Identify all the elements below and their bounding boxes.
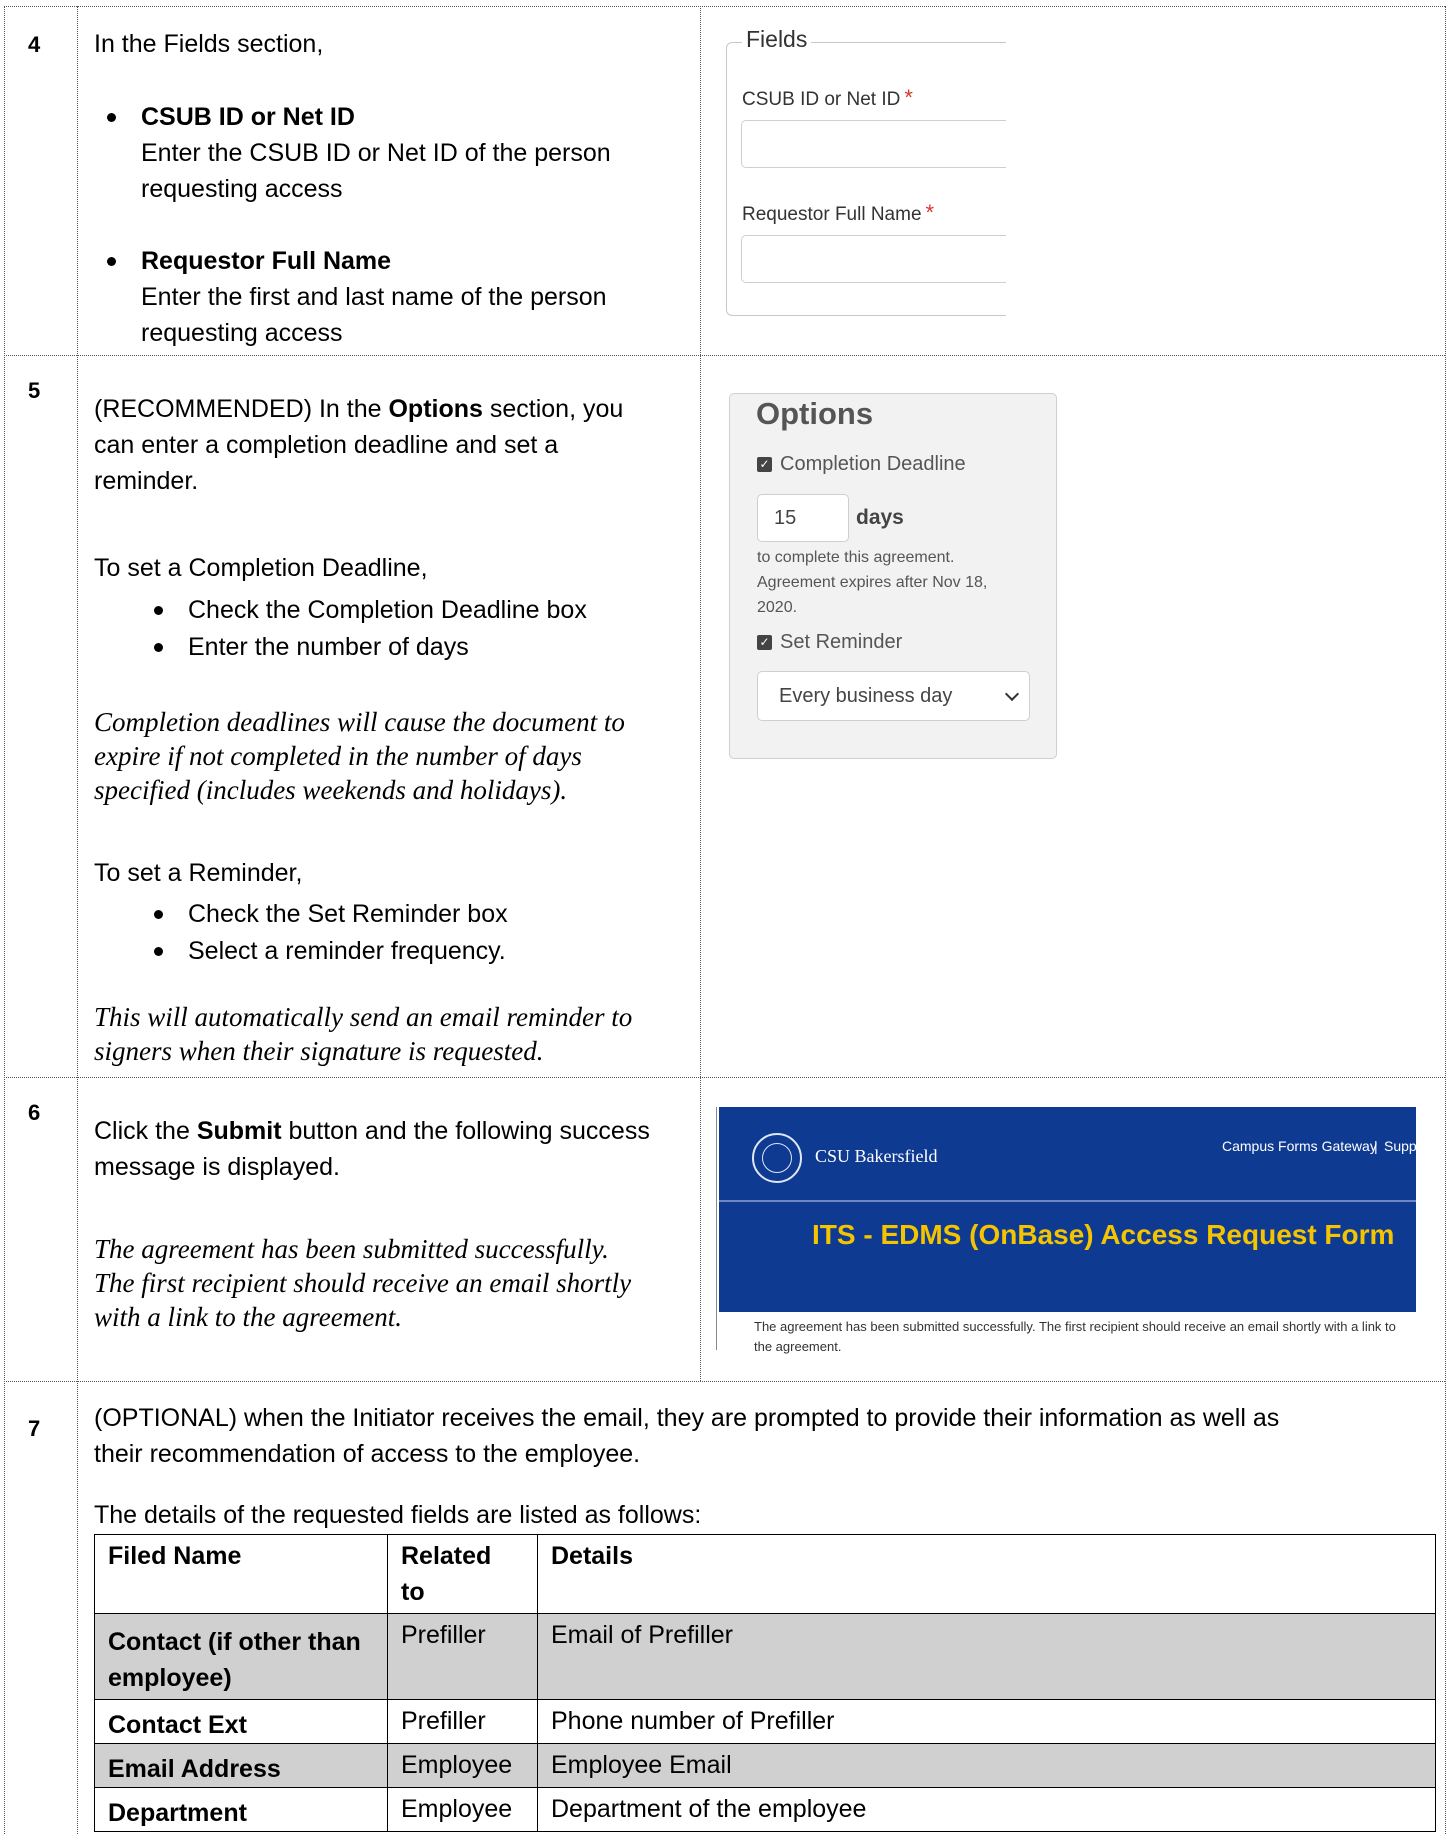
step-intro: (RECOMMENDED) In the Options section, yo… (94, 395, 624, 423)
header-cell: Related to (387, 1534, 538, 1614)
step-intro: reminder. (94, 467, 199, 495)
step-text: Click the Submit button and the followin… (94, 1117, 650, 1145)
set-reminder-checkbox[interactable]: ✓ (757, 635, 772, 650)
step-number: 7 (28, 1416, 41, 1441)
bullet-icon (107, 257, 116, 266)
details-cell: Email of Prefiller (537, 1613, 1436, 1700)
step-text: message is displayed. (94, 1153, 340, 1181)
bullet-text: Select a reminder frequency. (188, 937, 506, 965)
table-header-row: Filed Name Related to Details (94, 1534, 1436, 1614)
bullet-icon (107, 113, 116, 122)
bullet-icon (154, 947, 163, 956)
csub-seal-inner (762, 1143, 792, 1173)
step-number: 6 (28, 1100, 41, 1125)
reminder-heading: To set a Reminder, (94, 859, 303, 887)
table-row: Contact Ext Prefiller Phone number of Pr… (94, 1699, 1436, 1744)
step-intro: (OPTIONAL) when the Initiator receives t… (94, 1404, 1280, 1432)
csub-id-label: CSUB ID or Net ID * (742, 85, 913, 110)
bullet-text: Enter the number of days (188, 633, 469, 661)
brand-name: CSU Bakersfield (815, 1146, 938, 1166)
related-cell: Prefiller (387, 1613, 538, 1700)
table-border-top (4, 6, 1445, 7)
field-name-cell: Contact (if other than employee) (94, 1613, 388, 1700)
header-cell: Details (537, 1534, 1436, 1614)
required-star-icon: * (904, 85, 913, 110)
bullet-description: Enter the first and last name of the per… (141, 283, 607, 311)
expiry-text: Agreement expires after Nov 18, (757, 574, 988, 591)
requestor-name-input[interactable] (741, 235, 1006, 283)
field-name-cell: Email Address (94, 1743, 388, 1788)
reminder-frequency-select[interactable]: Every business day (757, 671, 1030, 721)
form-title: ITS - EDMS (OnBase) Access Request Form (812, 1219, 1395, 1250)
table-caption: The details of the requested fields are … (94, 1501, 702, 1529)
bullet-text: Check the Completion Deadline box (188, 596, 587, 624)
fields-legend: Fields (742, 26, 812, 53)
table-row-divider (4, 355, 1445, 356)
table-column-divider (77, 6, 78, 1834)
bullet-description: Enter the CSUB ID or Net ID of the perso… (141, 139, 611, 167)
bullet-icon (154, 606, 163, 615)
expiry-text: to complete this agreement. (757, 549, 955, 566)
document-page: 4 In the Fields section, CSUB ID or Net … (0, 0, 1452, 1834)
bullet-description: requesting access (141, 319, 343, 347)
header-divider (719, 1200, 1416, 1202)
chevron-down-icon (1004, 686, 1020, 702)
step-number: 5 (28, 378, 41, 403)
table-row: Department Employee Department of the em… (94, 1787, 1436, 1832)
set-reminder-label: Set Reminder (780, 631, 903, 653)
required-star-icon: * (925, 200, 935, 225)
header-cell: Filed Name (94, 1534, 388, 1614)
table-border-right (1445, 6, 1446, 1834)
reminder-note: This will automatically send an email re… (94, 1002, 633, 1032)
nav-separator: | (1374, 1138, 1378, 1154)
details-cell: Phone number of Prefiller (537, 1699, 1436, 1744)
table-row: Email Address Employee Employee Email (94, 1743, 1436, 1788)
table-border-left (4, 6, 5, 1834)
details-cell: Employee Email (537, 1743, 1436, 1788)
table-column-divider (700, 6, 701, 1381)
table-row-divider (4, 1077, 1445, 1078)
expiry-text: 2020. (757, 599, 798, 616)
completion-deadline-checkbox[interactable]: ✓ (757, 457, 772, 472)
reminder-note: signers when their signature is requeste… (94, 1036, 544, 1066)
step-intro: In the Fields section, (94, 30, 324, 58)
success-note: with a link to the agreement. (94, 1302, 402, 1332)
step-number: 4 (28, 32, 41, 57)
fields-table: Filed Name Related to Details Contact (if… (94, 1534, 1436, 1832)
deadline-note: Completion deadlines will cause the docu… (94, 707, 625, 737)
field-name-cell: Contact Ext (94, 1699, 388, 1744)
bullet-title: Requestor Full Name (141, 247, 392, 275)
options-title: Options (756, 396, 874, 431)
campus-forms-gateway-link[interactable]: Campus Forms Gateway (1222, 1138, 1377, 1154)
bullet-title: CSUB ID or Net ID (141, 103, 355, 131)
related-cell: Employee (387, 1743, 538, 1788)
related-cell: Employee (387, 1787, 538, 1832)
deadline-note: expire if not completed in the number of… (94, 741, 582, 771)
success-message: The agreement has been submitted success… (754, 1319, 1396, 1354)
table-row-divider (4, 1381, 1445, 1382)
step-intro: can enter a completion deadline and set … (94, 431, 559, 459)
requestor-name-label: Requestor Full Name * (742, 200, 935, 225)
success-note: The first recipient should receive an em… (94, 1268, 632, 1298)
csub-id-input[interactable] (741, 120, 1006, 168)
step-intro: their recommendation of access to the em… (94, 1440, 641, 1468)
bullet-text: Check the Set Reminder box (188, 900, 508, 928)
bullet-icon (154, 643, 163, 652)
details-cell: Department of the employee (537, 1787, 1436, 1832)
table-row: Contact (if other than employee) Prefille… (94, 1613, 1436, 1700)
success-note: The agreement has been submitted success… (94, 1234, 609, 1264)
related-cell: Prefiller (387, 1699, 538, 1744)
days-input[interactable]: 15 (757, 494, 849, 542)
completion-deadline-label: Completion Deadline (780, 453, 966, 475)
deadline-note: specified (includes weekends and holiday… (94, 775, 568, 805)
days-label: days (856, 506, 904, 529)
field-name-cell: Department (94, 1787, 388, 1832)
deadline-heading: To set a Completion Deadline, (94, 554, 428, 582)
bullet-description: requesting access (141, 175, 343, 203)
bullet-icon (154, 910, 163, 919)
support-link[interactable]: Support (1384, 1138, 1416, 1154)
